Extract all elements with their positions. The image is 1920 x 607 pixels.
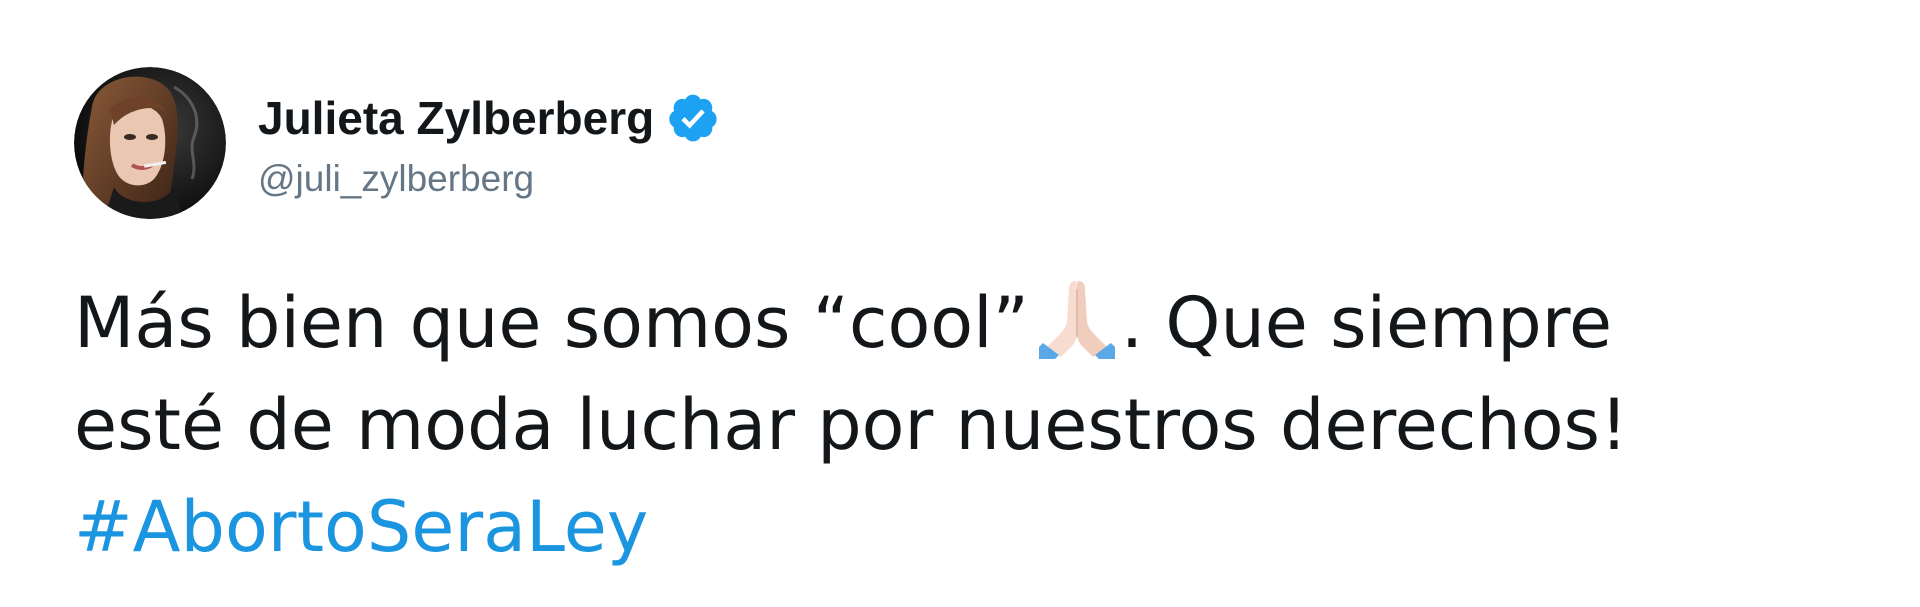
tweet-text-line-2: esté de moda luchar por nuestros derecho… bbox=[74, 384, 1629, 466]
tweet-text-line-1: Más bien que somos “cool” . Que siempre bbox=[74, 272, 1874, 374]
tweet-header: Julieta Zylberberg @juli_zylberberg bbox=[74, 66, 720, 220]
hashtag-link[interactable]: #AbortoSeraLey bbox=[74, 476, 1874, 578]
tweet-text-segment: . Que siempre bbox=[1120, 282, 1613, 364]
avatar[interactable] bbox=[74, 67, 226, 219]
author-identity: Julieta Zylberberg @juli_zylberberg bbox=[258, 86, 720, 200]
tweet-text-segment: Más bien que somos “cool” bbox=[74, 282, 1029, 364]
author-display-name[interactable]: Julieta Zylberberg bbox=[258, 91, 654, 145]
folded-hands-icon bbox=[1038, 281, 1115, 359]
verified-badge-icon bbox=[669, 94, 717, 142]
tweet-text: Más bien que somos “cool” . Que siempre … bbox=[74, 272, 1874, 578]
tweet-card: Julieta Zylberberg @juli_zylberberg Más … bbox=[0, 0, 1920, 607]
author-handle[interactable]: @juli_zylberberg bbox=[258, 158, 720, 200]
author-name-row: Julieta Zylberberg bbox=[258, 86, 720, 150]
